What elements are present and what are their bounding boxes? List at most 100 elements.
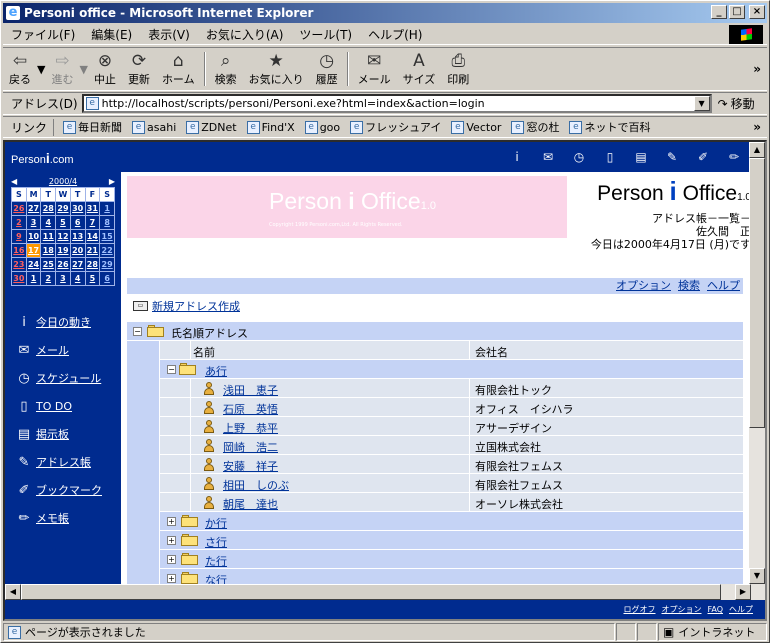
calendar-day[interactable]: 6	[69, 215, 86, 230]
search-button[interactable]: ⌕ 検索	[209, 49, 243, 89]
calendar-day[interactable]: 10	[25, 229, 42, 244]
sidebar-item-today[interactable]: i 今日の動き	[15, 308, 102, 336]
menu-file[interactable]: ファイル(F)	[3, 26, 83, 43]
favorites-button[interactable]: ★ お気に入り	[243, 49, 310, 89]
mail-nav-icon[interactable]: ✉	[539, 148, 557, 166]
today-nav-icon[interactable]: i	[508, 148, 526, 166]
scroll-up-icon[interactable]: ▲	[749, 142, 765, 158]
sidebar-item-schedule[interactable]: ◷ スケジュール	[15, 364, 102, 392]
calendar-day[interactable]: 28	[84, 257, 101, 272]
back-dropdown-icon[interactable]: ▼	[37, 63, 45, 76]
expand-icon[interactable]: +	[167, 574, 176, 583]
home-button[interactable]: ⌂ ホーム	[156, 49, 201, 89]
search-link[interactable]: 検索	[678, 279, 700, 292]
contact-name-link[interactable]: 石原 英悟	[223, 401, 278, 417]
expand-icon[interactable]: +	[167, 536, 176, 545]
close-button[interactable]: ×	[749, 5, 765, 19]
scroll-down-icon[interactable]: ▼	[749, 568, 765, 584]
collapse-icon[interactable]: −	[167, 365, 176, 374]
calendar-day[interactable]: 19	[55, 243, 71, 258]
logoff-link[interactable]: ログオフ	[624, 605, 656, 614]
calendar-day[interactable]: 6	[99, 271, 115, 286]
horizontal-scrollbar[interactable]: ◀ ▶	[5, 584, 751, 600]
contact-name-link[interactable]: 相田 しのぶ	[223, 477, 289, 493]
calendar-day[interactable]: 12	[55, 229, 71, 244]
mail-button[interactable]: ✉ メール	[352, 49, 397, 89]
refresh-button[interactable]: ⟳ 更新	[122, 49, 156, 89]
toolbar-chevron-icon[interactable]: »	[753, 62, 761, 76]
sidebar-item-memo[interactable]: ✏ メモ帳	[15, 504, 102, 532]
link-item[interactable]: e ネットで百科	[564, 119, 655, 135]
size-button[interactable]: A サイズ	[397, 49, 442, 89]
links-chevron-icon[interactable]: »	[753, 120, 761, 134]
calendar-day[interactable]: 11	[40, 229, 57, 244]
link-item[interactable]: e フレッシュアイ	[345, 119, 446, 135]
contact-name-link[interactable]: 安藤 祥子	[223, 458, 278, 474]
scroll-left-icon[interactable]: ◀	[5, 584, 21, 600]
calendar-day[interactable]: 3	[55, 271, 71, 286]
minimize-button[interactable]: _	[711, 5, 727, 19]
forward-dropdown-icon[interactable]: ▼	[79, 63, 87, 76]
calendar-day[interactable]: 20	[69, 243, 86, 258]
calendar-day[interactable]: 23	[11, 257, 27, 272]
link-item[interactable]: e 窓の杜	[506, 119, 564, 135]
contact-name-link[interactable]: 岡崎 浩二	[223, 439, 278, 455]
board-nav-icon[interactable]: ▤	[632, 148, 650, 166]
footer-help-link[interactable]: ヘルプ	[729, 605, 753, 614]
schedule-nav-icon[interactable]: ◷	[570, 148, 588, 166]
calendar-day[interactable]: 26	[11, 201, 27, 216]
calendar-day[interactable]: 7	[84, 215, 101, 230]
new-address-link[interactable]: 新規アドレス作成	[152, 298, 240, 314]
calendar-day[interactable]: 27	[25, 201, 42, 216]
sidebar-item-board[interactable]: ▤ 掲示板	[15, 420, 102, 448]
expand-icon[interactable]: +	[167, 517, 176, 526]
calendar-day[interactable]: 21	[84, 243, 101, 258]
link-item[interactable]: e Find'X	[242, 120, 300, 134]
calendar-day[interactable]: 17	[25, 243, 42, 258]
stop-button[interactable]: ⊗ 中止	[88, 49, 122, 89]
group-ta-link[interactable]: た行	[205, 553, 227, 569]
calendar-day[interactable]: 22	[99, 243, 115, 258]
address-input[interactable]: e http://localhost/scripts/personi/Perso…	[81, 94, 712, 113]
group-ka-link[interactable]: か行	[205, 515, 227, 531]
calendar-day[interactable]: 5	[84, 271, 101, 286]
group-sa-link[interactable]: さ行	[205, 534, 227, 550]
sidebar-item-mail[interactable]: ✉ メール	[15, 336, 102, 364]
link-item[interactable]: e asahi	[127, 120, 181, 134]
calendar-day[interactable]: 5	[55, 215, 71, 230]
help-link[interactable]: ヘルプ	[707, 279, 740, 292]
contact-name-link[interactable]: 浅田 恵子	[223, 382, 278, 398]
calendar-day[interactable]: 4	[40, 215, 57, 230]
calendar-prev-icon[interactable]: ◀	[11, 177, 17, 186]
calendar-day[interactable]: 18	[40, 243, 57, 258]
expand-icon[interactable]: +	[167, 555, 176, 564]
calendar-day[interactable]: 29	[99, 257, 115, 272]
footer-options-link[interactable]: オプション	[662, 605, 702, 614]
group-a-link[interactable]: あ行	[205, 363, 227, 379]
calendar-day[interactable]: 28	[40, 201, 57, 216]
maximize-button[interactable]: □	[729, 5, 745, 19]
calendar-day[interactable]: 13	[69, 229, 86, 244]
contact-name-link[interactable]: 上野 恭平	[223, 420, 278, 436]
link-item[interactable]: e goo	[300, 120, 345, 134]
options-link[interactable]: オプション	[616, 279, 671, 292]
calendar-day[interactable]: 14	[84, 229, 101, 244]
vertical-scroll-thumb[interactable]	[749, 158, 765, 428]
calendar-day[interactable]: 29	[55, 201, 71, 216]
calendar-day[interactable]: 24	[25, 257, 42, 272]
scroll-right-icon[interactable]: ▶	[735, 584, 751, 600]
calendar-day[interactable]: 9	[11, 229, 27, 244]
back-button[interactable]: ⇦ 戻る	[3, 49, 37, 89]
calendar-day[interactable]: 1	[99, 201, 115, 216]
history-button[interactable]: ◷ 履歴	[310, 49, 344, 89]
menu-edit[interactable]: 編集(E)	[83, 26, 140, 43]
calendar-day[interactable]: 2	[11, 215, 27, 230]
collapse-icon[interactable]: −	[133, 327, 142, 336]
calendar-day[interactable]: 31	[84, 201, 101, 216]
calendar-month[interactable]: 2000/4	[49, 177, 77, 186]
address-dropdown-icon[interactable]: ▼	[693, 96, 710, 111]
contact-name-link[interactable]: 朝尾 達也	[223, 496, 278, 512]
forward-button[interactable]: ⇨ 進む	[45, 49, 79, 89]
menu-help[interactable]: ヘルプ(H)	[360, 26, 430, 43]
calendar-day[interactable]: 8	[99, 215, 115, 230]
